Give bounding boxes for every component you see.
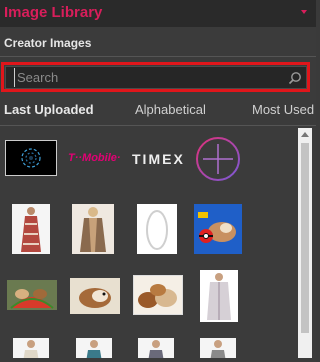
guinea-pigs-image <box>138 284 177 308</box>
panel-header[interactable]: Image Library <box>0 0 316 27</box>
tab-most-used[interactable]: Most Used <box>252 102 314 117</box>
divider <box>0 125 316 126</box>
search-icon[interactable] <box>288 71 302 85</box>
image-thumbnail[interactable] <box>7 280 57 310</box>
image-thumbnail[interactable] <box>13 338 49 358</box>
image-thumbnail[interactable] <box>72 204 114 254</box>
necklace-image <box>146 210 168 250</box>
image-thumbnail[interactable] <box>70 278 120 314</box>
panel-title: Image Library <box>4 4 103 21</box>
image-thumbnail[interactable] <box>5 140 57 176</box>
add-image-icon[interactable] <box>195 136 241 182</box>
tab-alphabetical[interactable]: Alphabetical <box>135 102 206 117</box>
guinea-pig-toy-image <box>198 212 236 243</box>
fashion-image <box>210 340 226 358</box>
timex-logo[interactable]: TIMEX <box>132 151 188 169</box>
fashion-image <box>86 340 102 358</box>
search-input[interactable] <box>14 68 287 87</box>
divider <box>0 56 316 57</box>
image-thumbnail[interactable] <box>137 204 177 254</box>
coat-image <box>80 207 106 252</box>
dress-image <box>21 207 41 252</box>
tab-last-uploaded[interactable]: Last Uploaded <box>4 102 94 117</box>
image-thumbnail[interactable] <box>12 204 50 254</box>
search-field[interactable] <box>5 66 307 89</box>
cardigan-image <box>207 273 231 320</box>
image-thumbnail[interactable] <box>138 338 174 358</box>
image-thumbnail[interactable] <box>200 270 238 322</box>
image-thumbnail[interactable] <box>194 204 242 254</box>
fashion-image <box>148 340 164 358</box>
image-library-panel: Image Library Creator Images Last Upload… <box>0 0 316 362</box>
tmobile-logo[interactable]: T··Mobile· <box>68 152 124 166</box>
swirl-image <box>21 148 41 168</box>
fashion-image <box>23 340 39 358</box>
image-thumbnail[interactable] <box>200 338 236 358</box>
caret-down-icon[interactable] <box>301 10 307 14</box>
image-thumbnail[interactable] <box>76 338 112 358</box>
image-grid: T··Mobile· TIMEX <box>0 128 298 358</box>
section-title: Creator Images <box>4 36 92 50</box>
scroll-up-icon[interactable] <box>301 132 309 137</box>
vertical-scrollbar[interactable] <box>298 128 312 358</box>
scrollbar-thumb[interactable] <box>301 143 309 333</box>
sort-tabs: Last Uploaded Alphabetical Most Used <box>0 102 316 120</box>
image-thumbnail[interactable] <box>133 275 183 315</box>
guinea-pig-image <box>79 288 111 308</box>
guinea-pigs-watermelon-image <box>10 289 54 309</box>
